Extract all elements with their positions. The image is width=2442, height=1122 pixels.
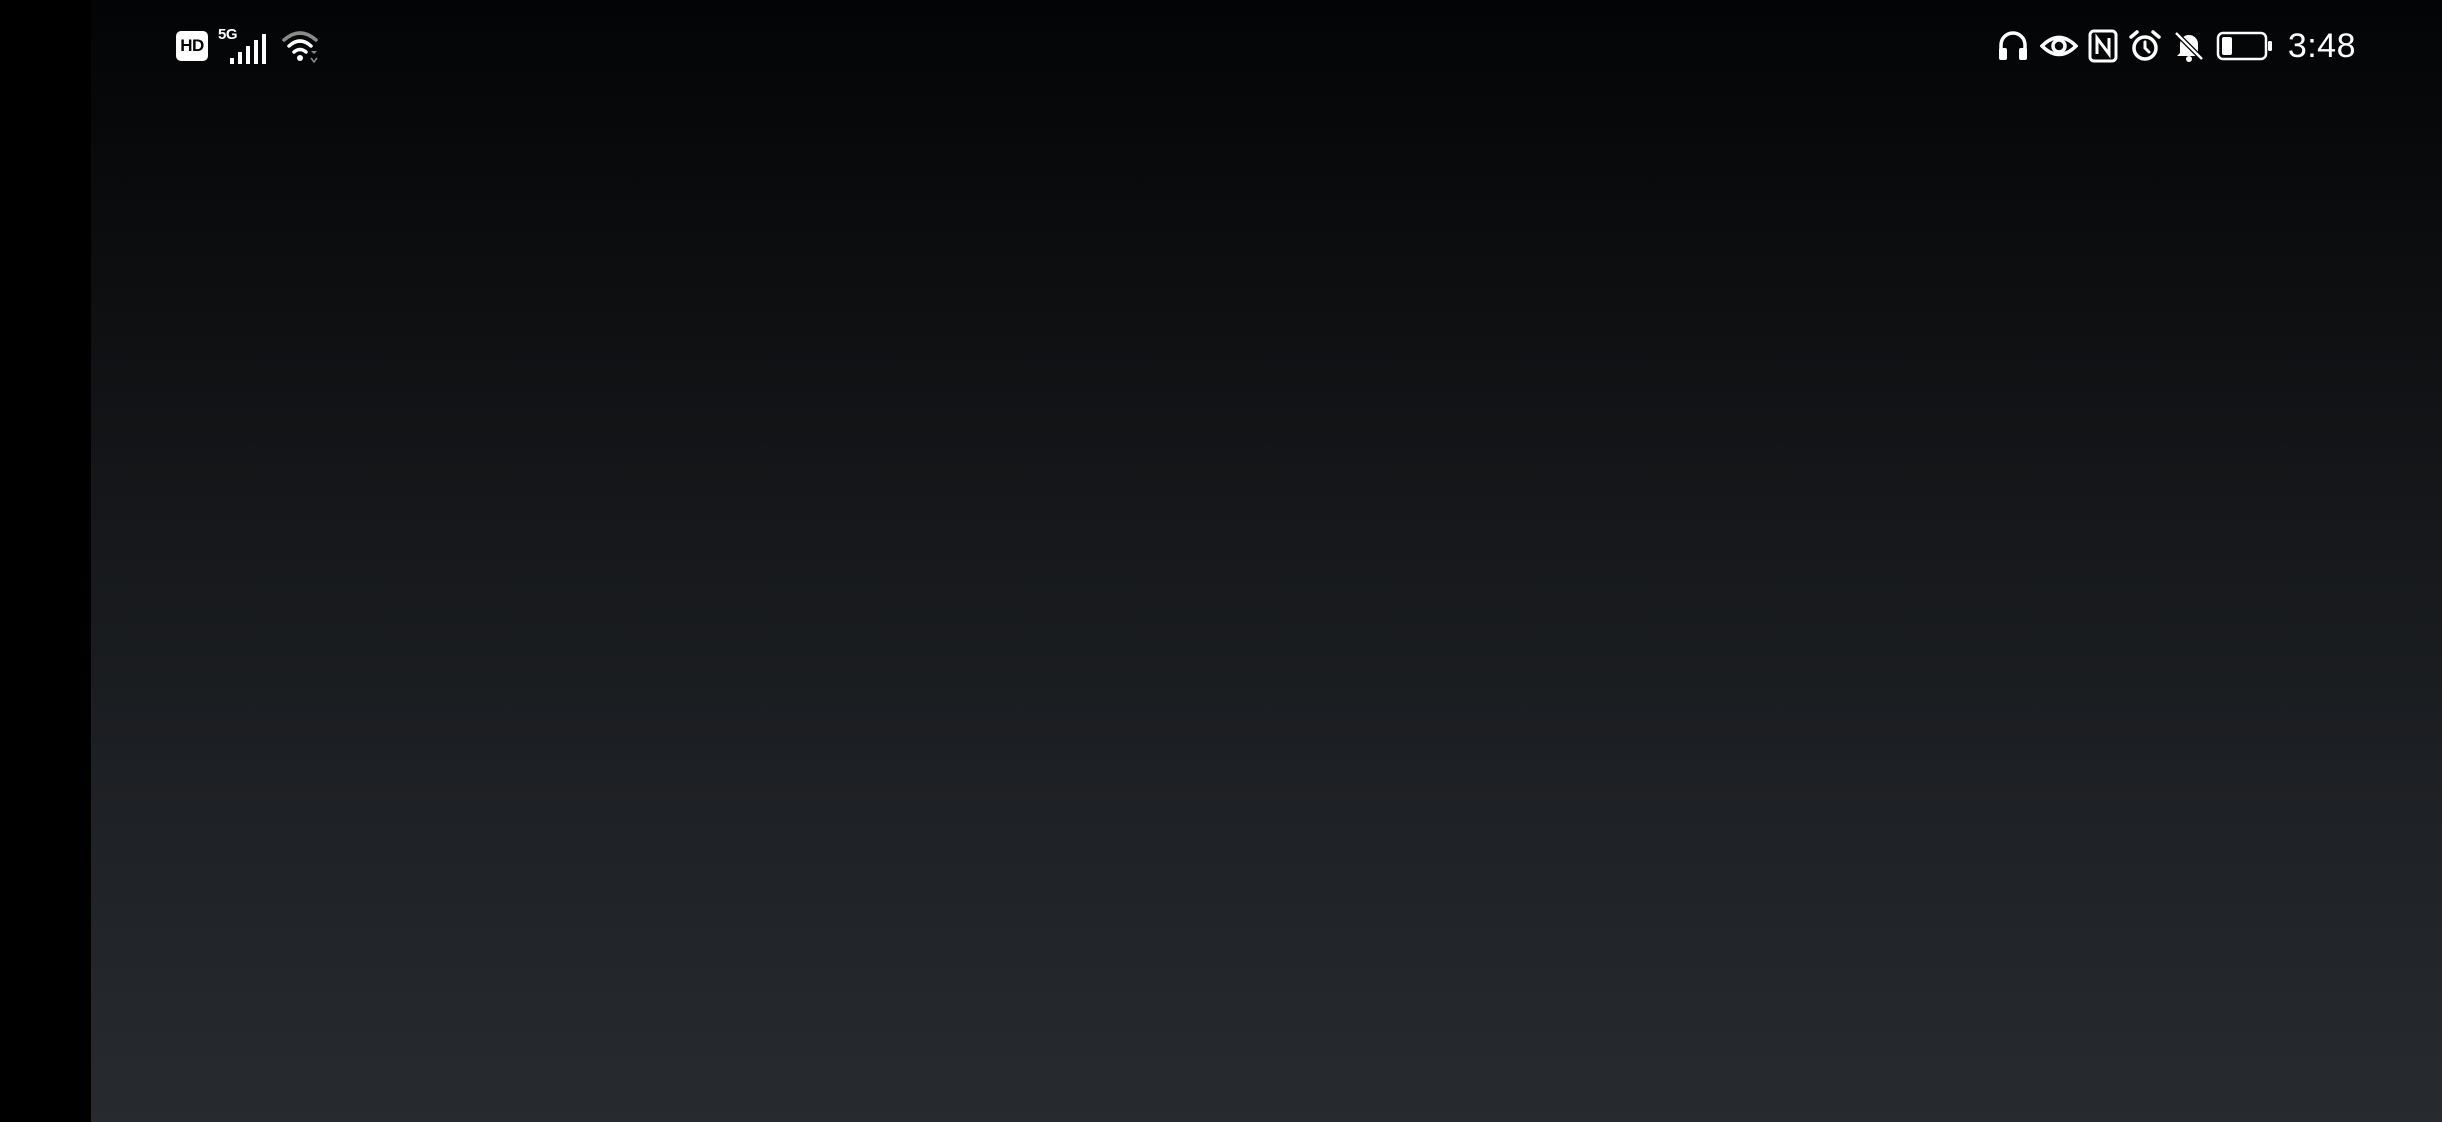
headphones-icon	[1996, 29, 2030, 63]
nfc-icon	[2088, 29, 2118, 63]
cellular-signal-icon: 5G	[218, 27, 270, 64]
battery-icon	[2216, 29, 2274, 63]
eye-comfort-icon	[2039, 29, 2078, 63]
blank-app-content	[91, 0, 2442, 1122]
status-bar: HD 5G 3:48	[0, 0, 2442, 92]
signal-bars	[230, 34, 266, 64]
status-bar-right: 3:48	[1996, 24, 2356, 68]
phone-screen: HD 5G 3:48	[0, 0, 2442, 1122]
status-bar-clock: 3:48	[2287, 27, 2356, 65]
alarm-icon	[2128, 29, 2162, 63]
left-gutter	[0, 0, 91, 1122]
notifications-muted-icon	[2172, 29, 2206, 63]
status-bar-left: HD 5G	[176, 26, 322, 66]
wifi-icon	[280, 28, 322, 64]
hd-voice-icon: HD	[176, 31, 208, 61]
